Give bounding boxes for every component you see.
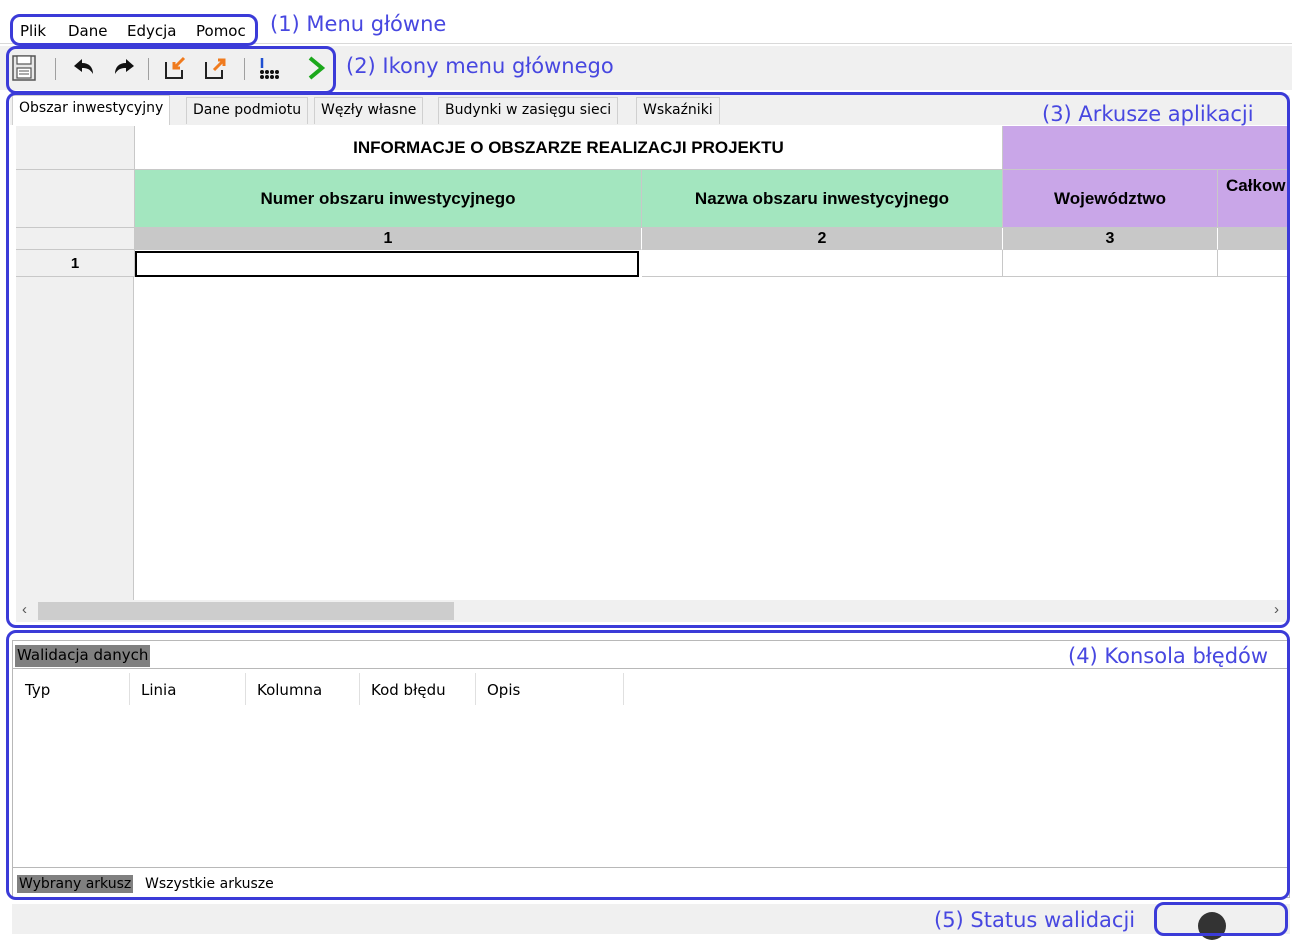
annotation-box-status (1154, 902, 1288, 936)
annotation-box-menu (10, 14, 258, 46)
annotation-box-console (6, 630, 1290, 900)
annotation-status: (5) Status walidacji (934, 908, 1136, 932)
annotation-box-toolbar (6, 46, 336, 94)
annotation-console: (4) Konsola błędów (1068, 644, 1269, 668)
annotation-sheets: (3) Arkusze aplikacji (1042, 102, 1254, 126)
annotation-box-sheets (6, 92, 1290, 628)
annotation-menu: (1) Menu główne (270, 12, 447, 36)
annotation-toolbar: (2) Ikony menu głównego (346, 54, 614, 78)
